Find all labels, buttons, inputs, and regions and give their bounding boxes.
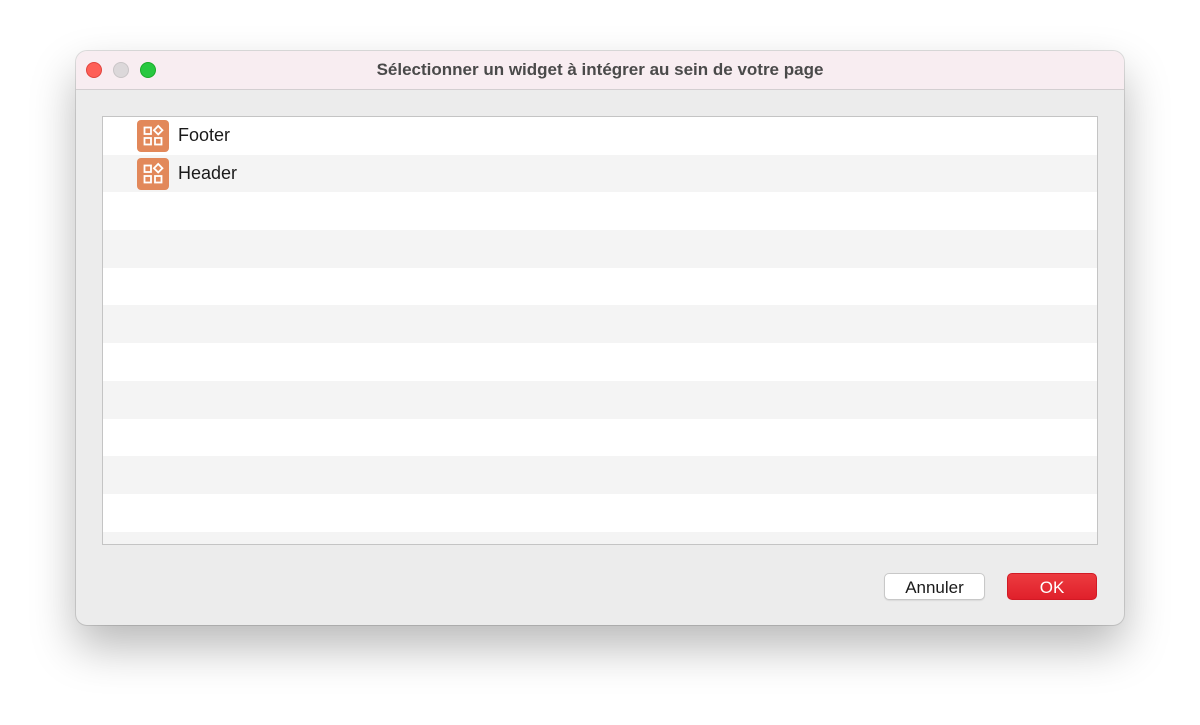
widgets-icon: [137, 120, 169, 152]
list-item-label: Header: [178, 162, 238, 183]
window-title: Sélectionner un widget à intégrer au sei…: [376, 60, 824, 79]
empty-row: [103, 230, 1097, 268]
empty-row: [103, 192, 1097, 231]
widget-list[interactable]: Footer Header: [102, 116, 1098, 545]
empty-row: [103, 531, 1097, 544]
empty-row: [103, 493, 1097, 532]
list-item-footer[interactable]: Footer: [103, 117, 1097, 155]
list-item-header[interactable]: Header: [103, 154, 1097, 193]
dialog-window: Sélectionner un widget à intégrer au sei…: [76, 51, 1124, 625]
empty-row: [103, 305, 1097, 344]
cancel-button[interactable]: Annuler: [884, 573, 985, 600]
empty-row: [103, 343, 1097, 381]
empty-row: [103, 267, 1097, 306]
empty-row: [103, 380, 1097, 419]
ok-button[interactable]: OK: [1007, 573, 1097, 600]
widgets-icon: [137, 157, 169, 190]
title-bar: Sélectionner un widget à intégrer au sei…: [76, 51, 1124, 90]
empty-row: [103, 456, 1097, 494]
empty-row: [103, 418, 1097, 457]
list-item-label: Footer: [178, 125, 231, 145]
